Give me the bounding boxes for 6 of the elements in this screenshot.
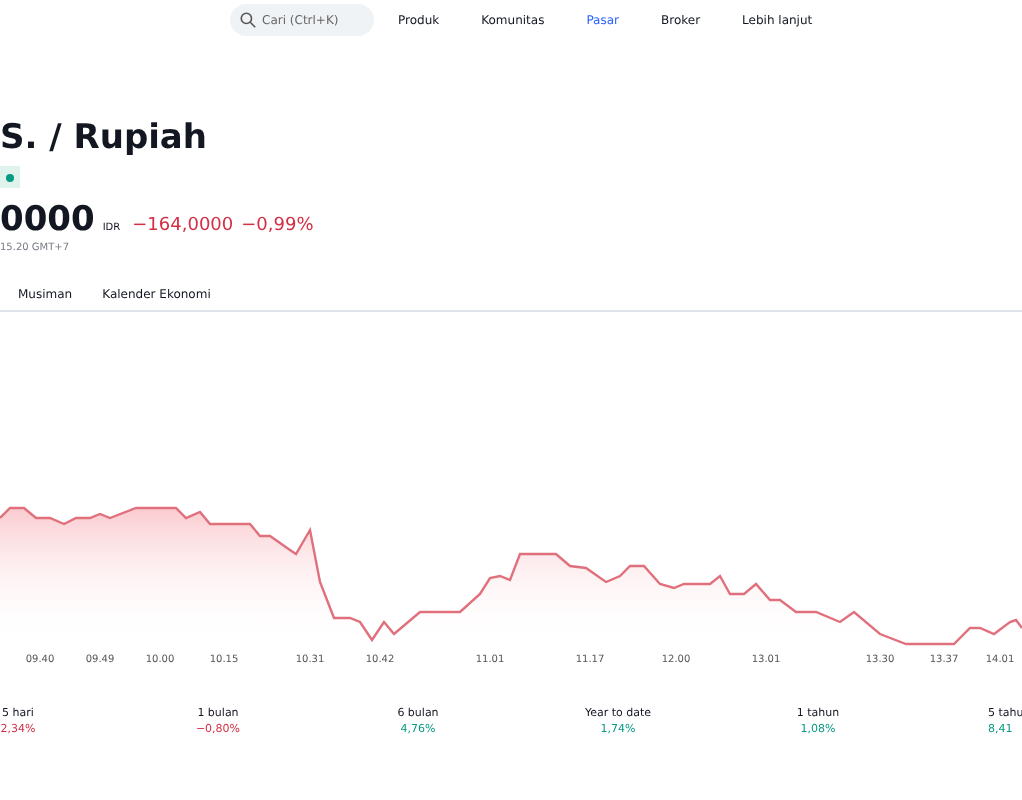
search-icon (240, 12, 256, 28)
price-value: 0000 (0, 200, 95, 240)
page-title: S. / Rupiah (0, 116, 210, 160)
price-change-percent: −0,99% (241, 216, 314, 236)
price-change: −164,0000 (132, 216, 234, 236)
status-badge (0, 166, 20, 188)
